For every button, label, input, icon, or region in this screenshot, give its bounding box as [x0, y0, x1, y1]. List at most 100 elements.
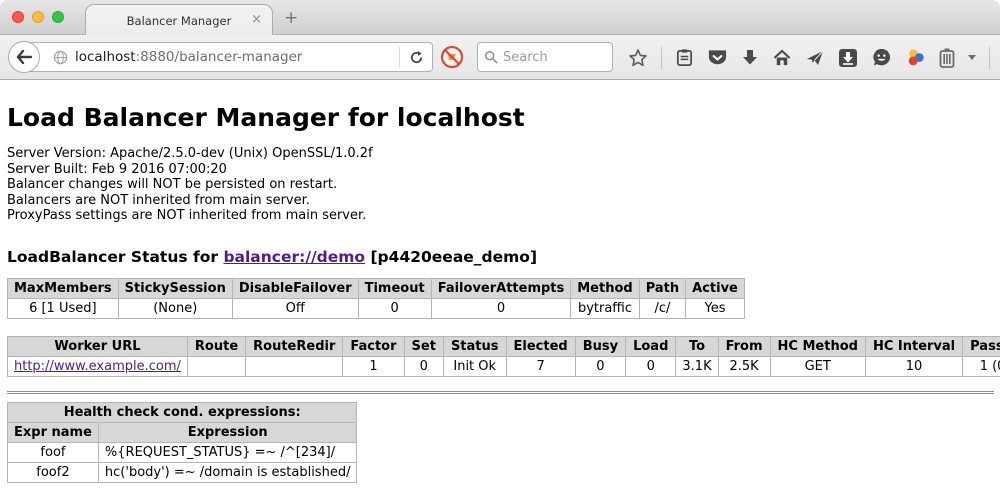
column-header: StickySession — [118, 278, 232, 298]
cell: 0 — [626, 356, 676, 376]
cell: 6 [1 Used] — [8, 298, 119, 318]
column-header: Expression — [98, 422, 357, 442]
cell — [187, 356, 245, 376]
worker-status-table: Worker URL Route RouteRedir Factor Set S… — [7, 336, 1000, 377]
back-arrow-icon — [16, 50, 32, 64]
server-version-line: Server Version: Apache/2.5.0-dev (Unix) … — [7, 146, 994, 162]
extension-dropdown-caret-icon[interactable] — [968, 55, 976, 60]
cell: Init Ok — [443, 356, 506, 376]
balancer-status-table: MaxMembers StickySession DisableFailover… — [7, 278, 745, 319]
battery-extension-icon[interactable] — [939, 48, 955, 68]
table-row: http://www.example.com/ 1 0 Init Ok 7 0 … — [8, 356, 1000, 376]
title-bar: Balancer Manager × + — [0, 0, 1000, 35]
navigation-toolbar: localhost:8880/balancer-manager — [0, 35, 1000, 80]
globe-icon — [53, 50, 68, 65]
pocket-icon[interactable] — [707, 48, 728, 68]
search-input[interactable] — [503, 50, 599, 65]
table-row: 6 [1 Used] (None) Off 0 0 bytraffic /c/ … — [8, 298, 745, 318]
cell: 0 — [575, 356, 625, 376]
reload-button[interactable] — [400, 50, 432, 65]
table-row: foof2 hc('body') =~ /domain is establish… — [8, 462, 357, 482]
bookmark-star-icon[interactable] — [628, 48, 648, 68]
url-bar[interactable]: localhost:8880/balancer-manager — [24, 42, 433, 72]
reading-list-icon[interactable] — [675, 48, 694, 67]
column-header: Worker URL — [8, 336, 188, 356]
url-domain: localhost — [75, 49, 136, 65]
url-text: localhost:8880/balancer-manager — [75, 49, 302, 65]
cell: 10 — [865, 356, 962, 376]
column-header: Method — [571, 278, 639, 298]
home-icon[interactable] — [772, 48, 792, 67]
toolbar-divider — [661, 47, 662, 69]
tab-balancer-manager[interactable]: Balancer Manager × — [85, 4, 273, 36]
cell: 2.5K — [718, 356, 770, 376]
cell: 3.1K — [676, 356, 718, 376]
section-divider — [7, 391, 994, 394]
column-header: From — [718, 336, 770, 356]
table-row: foof %{REQUEST_STATUS} =~ /^[234]/ — [8, 442, 357, 462]
toolbar-divider-2 — [989, 47, 990, 69]
content-blocked-icon[interactable] — [440, 45, 464, 69]
tab-title: Balancer Manager — [127, 14, 232, 28]
heading-prefix: LoadBalancer Status for — [7, 248, 223, 266]
health-check-table: Health check cond. expressions: Expr nam… — [7, 402, 357, 483]
column-header: HC Method — [770, 336, 865, 356]
expr-name-cell: foof — [8, 442, 99, 462]
table-header-row: MaxMembers StickySession DisableFailover… — [8, 278, 745, 298]
loadbalancer-status-heading: LoadBalancer Status for balancer://demo … — [7, 248, 994, 266]
cell: 0 — [404, 356, 443, 376]
column-header: Status — [443, 336, 506, 356]
column-header: Set — [404, 336, 443, 356]
proxypass-warning-line: ProxyPass settings are NOT inherited fro… — [7, 208, 994, 224]
chat-smiley-extension-icon[interactable] — [871, 47, 892, 68]
close-window-button[interactable] — [12, 11, 24, 23]
heading-suffix: [p4420eeae_demo] — [365, 248, 537, 266]
zoom-window-button[interactable] — [52, 11, 64, 23]
table-header-row: Worker URL Route RouteRedir Factor Set S… — [8, 336, 1000, 356]
cell: (None) — [118, 298, 232, 318]
column-header: FailoverAttempts — [431, 278, 571, 298]
worker-url-cell: http://www.example.com/ — [8, 356, 188, 376]
url-path: :8880/balancer-manager — [136, 49, 303, 65]
new-tab-button[interactable]: + — [284, 8, 298, 28]
browser-window: Balancer Manager × + localhost:8880/bala… — [0, 0, 1000, 491]
server-built-line: Server Built: Feb 9 2016 07:00:20 — [7, 162, 994, 178]
column-header: Passes — [963, 336, 1000, 356]
toolbar-icons — [628, 35, 1000, 80]
health-table-title: Health check cond. expressions: — [8, 402, 357, 422]
worker-url-link[interactable]: http://www.example.com/ — [14, 359, 181, 374]
page-title: Load Balancer Manager for localhost — [7, 103, 994, 132]
downloads-icon[interactable] — [741, 48, 759, 68]
column-header: DisableFailover — [232, 278, 358, 298]
persist-warning-line: Balancer changes will NOT be persisted o… — [7, 177, 994, 193]
column-header: HC Interval — [865, 336, 962, 356]
balancer-demo-link[interactable]: balancer://demo — [223, 248, 365, 266]
column-header: Elected — [506, 336, 575, 356]
column-header: Timeout — [358, 278, 431, 298]
column-header: Active — [686, 278, 745, 298]
search-bar[interactable] — [477, 42, 613, 72]
cell: Yes — [686, 298, 745, 318]
back-button[interactable] — [8, 41, 40, 73]
cell: 7 — [506, 356, 575, 376]
cell: 1 (0) — [963, 356, 1000, 376]
cell — [246, 356, 343, 376]
table-header-row: Expr name Expression — [8, 422, 357, 442]
server-info: Server Version: Apache/2.5.0-dev (Unix) … — [7, 146, 994, 224]
cell: Off — [232, 298, 358, 318]
cell: 0 — [431, 298, 571, 318]
tab-close-icon[interactable]: × — [251, 13, 262, 27]
minimize-window-button[interactable] — [32, 11, 44, 23]
send-tab-icon[interactable] — [805, 48, 825, 68]
column-header: To — [676, 336, 718, 356]
column-header: MaxMembers — [8, 278, 119, 298]
column-header: Path — [639, 278, 685, 298]
colored-dots-extension-icon[interactable] — [905, 47, 926, 68]
column-header: Busy — [575, 336, 625, 356]
download-extension-icon[interactable] — [838, 48, 858, 68]
cell: 1 — [343, 356, 404, 376]
window-controls — [12, 11, 64, 23]
table-title-row: Health check cond. expressions: — [8, 402, 357, 422]
cell: 0 — [358, 298, 431, 318]
search-icon — [484, 50, 498, 64]
